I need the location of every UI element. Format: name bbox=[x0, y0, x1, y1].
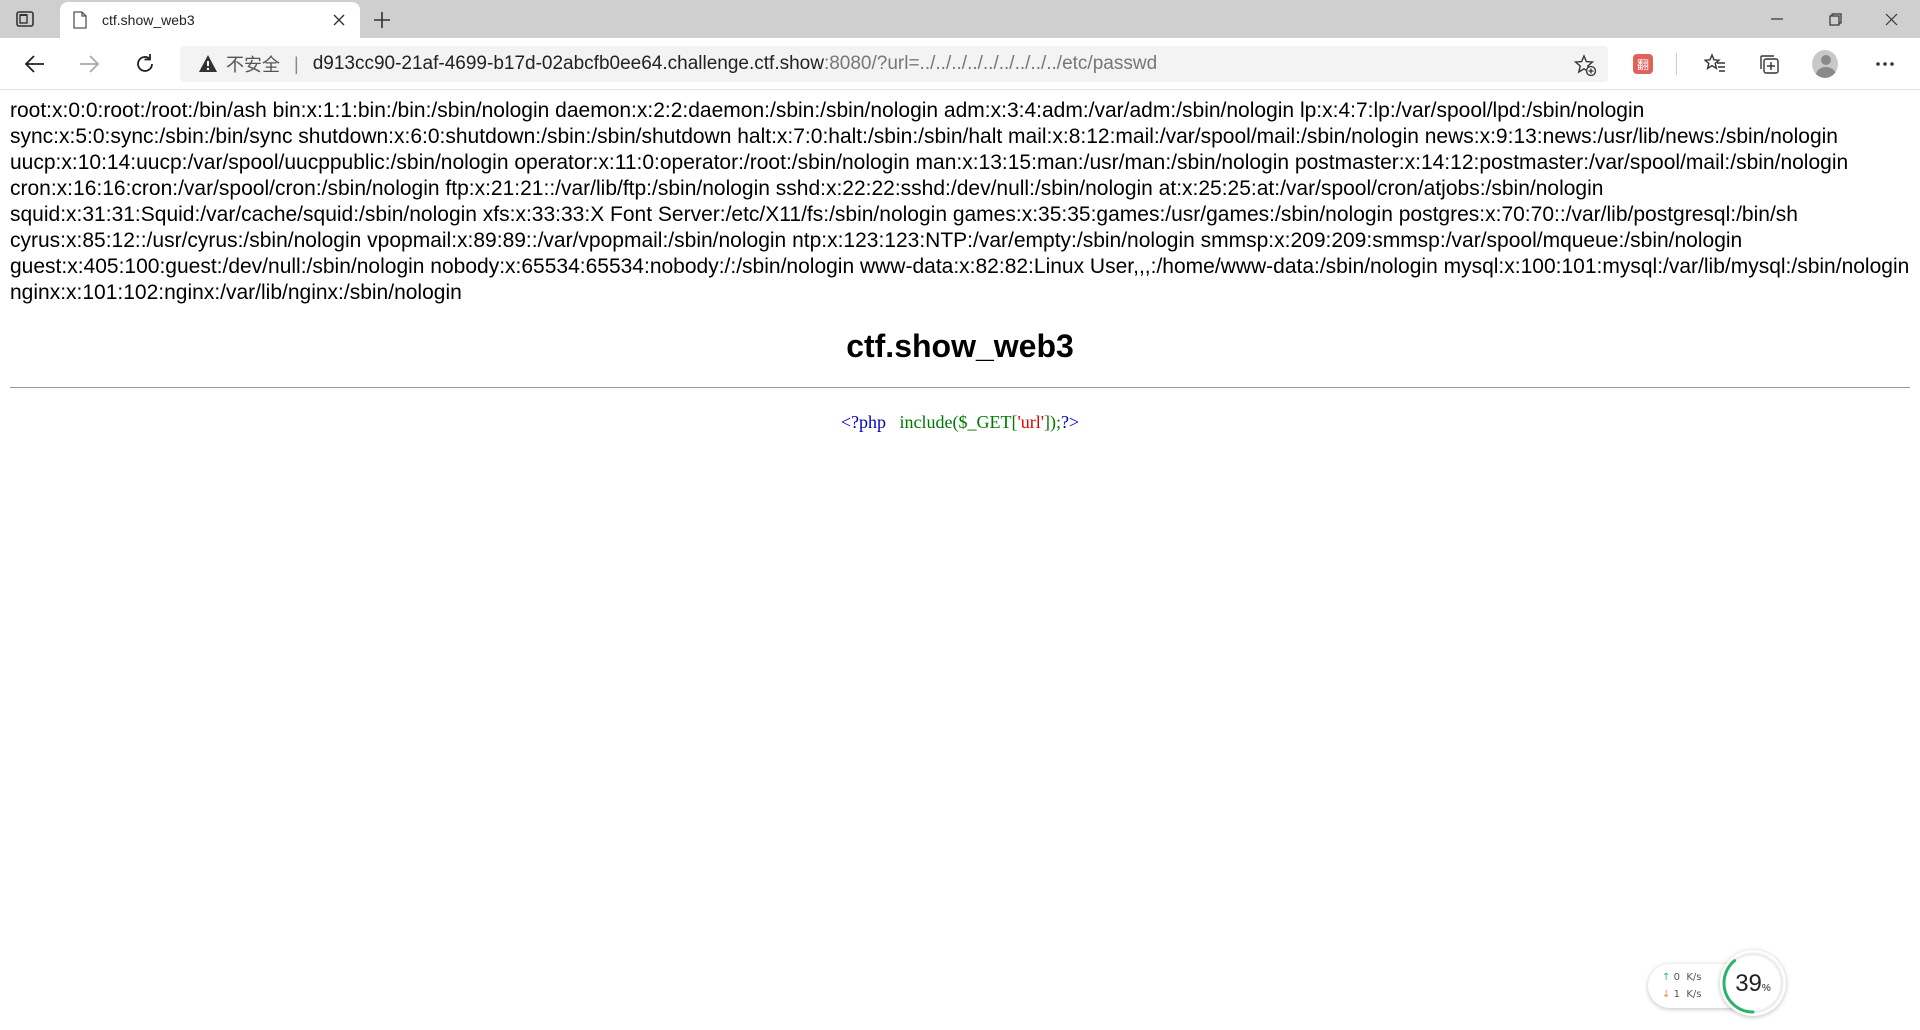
php-close-tag: ?> bbox=[1060, 412, 1080, 432]
close-window-icon[interactable] bbox=[1862, 0, 1920, 38]
back-arrow-icon[interactable] bbox=[22, 51, 48, 77]
passwd-output: root:x:0:0:root:/root:/bin/ash bin:x:1:1… bbox=[10, 99, 1910, 304]
address-bar[interactable]: 不安全 | d913cc90-21af-4699-b17d-02abcfb0ee… bbox=[180, 46, 1608, 82]
address-separator: | bbox=[294, 53, 299, 74]
php-source-code: <?php include($_GET['url']);?> bbox=[10, 412, 1910, 433]
php-open-tag: <?php bbox=[840, 412, 887, 432]
refresh-icon[interactable] bbox=[132, 51, 158, 77]
url-path: :8080/?url=../../../../../../../../../et… bbox=[823, 53, 1158, 74]
tab-title: ctf.show_web3 bbox=[102, 12, 195, 28]
more-menu-icon[interactable] bbox=[1872, 51, 1898, 77]
upload-speed: ↑ 0 K/s bbox=[1662, 972, 1702, 983]
page-icon bbox=[73, 11, 87, 29]
new-tab-icon[interactable] bbox=[370, 8, 394, 32]
active-tab[interactable]: ctf.show_web3 bbox=[60, 2, 360, 38]
network-speed-widget[interactable]: ↑ 0 K/s ↓ 1 K/s 39% bbox=[1648, 950, 1798, 1016]
php-call-close: ]); bbox=[1043, 412, 1061, 432]
security-status[interactable]: 不安全 bbox=[226, 51, 280, 77]
download-speed: ↓ 1 K/s bbox=[1662, 989, 1702, 1000]
favorites-icon[interactable] bbox=[1702, 51, 1728, 77]
add-favorite-icon[interactable] bbox=[1574, 54, 1596, 76]
forward-arrow-icon[interactable] bbox=[76, 51, 102, 77]
collections-icon[interactable] bbox=[1756, 51, 1782, 77]
memory-usage-ring[interactable]: 39% bbox=[1720, 950, 1786, 1016]
avatar bbox=[1812, 50, 1838, 78]
close-tab-icon[interactable] bbox=[330, 11, 348, 29]
download-arrow-icon: ↓ bbox=[1662, 989, 1671, 1000]
restore-icon[interactable] bbox=[1806, 0, 1864, 38]
translate-extension-icon[interactable]: 翻 bbox=[1630, 51, 1656, 77]
upload-arrow-icon: ↑ bbox=[1662, 972, 1671, 983]
profile-avatar[interactable] bbox=[1812, 50, 1838, 78]
browser-tab-bar: ctf.show_web3 bbox=[0, 0, 1920, 38]
horizontal-rule bbox=[10, 387, 1910, 388]
warning-icon bbox=[199, 55, 217, 72]
php-string: 'url' bbox=[1017, 412, 1044, 432]
minimize-icon[interactable] bbox=[1748, 0, 1806, 38]
toolbar-divider bbox=[1676, 53, 1677, 75]
browser-toolbar: 不安全 | d913cc90-21af-4699-b17d-02abcfb0ee… bbox=[0, 38, 1920, 90]
page-title: ctf.show_web3 bbox=[846, 328, 1074, 364]
page-content: root:x:0:0:root:/root:/bin/ash bin:x:1:1… bbox=[10, 98, 1910, 433]
php-include-call: include($_GET[ bbox=[899, 412, 1018, 432]
tab-actions-icon[interactable] bbox=[14, 8, 36, 30]
usage-percent: 39% bbox=[1735, 970, 1771, 997]
url-host: d913cc90-21af-4699-b17d-02abcfb0ee64.cha… bbox=[312, 53, 824, 74]
